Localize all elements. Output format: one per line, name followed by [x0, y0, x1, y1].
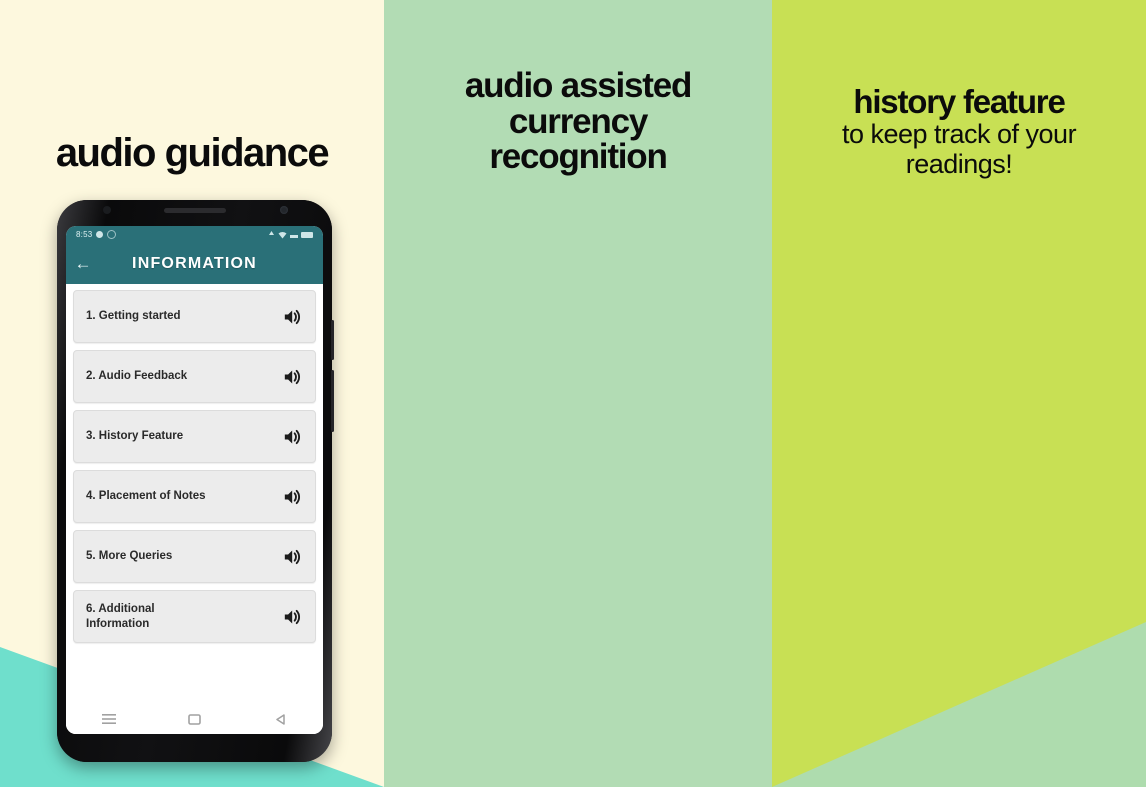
speaker-icon[interactable]	[283, 308, 303, 326]
panel2-headline-line3: recognition	[489, 137, 668, 177]
speaker-icon[interactable]	[283, 608, 303, 626]
back-icon[interactable]	[274, 713, 287, 726]
panel2-headline: audio assisted currency recognition	[384, 68, 772, 175]
panel3-headline-bold: history feature	[853, 83, 1065, 120]
wifi-icon	[278, 231, 287, 238]
list-item[interactable]: 1. Getting started	[73, 290, 316, 343]
phone-side-button	[331, 320, 334, 360]
phone-side-button	[331, 370, 334, 432]
list-item-label: 6. Additional Information	[86, 603, 155, 630]
recents-icon[interactable]	[102, 713, 117, 725]
panel3-headline-sub2: readings!	[905, 148, 1013, 179]
panel1-headline: audio guidance	[55, 131, 330, 175]
panel-currency-recognition: audio assisted currency recognition 11:0…	[384, 0, 772, 787]
panel-history-feature: history feature to keep track of your re…	[772, 0, 1146, 787]
sensor-icon	[103, 206, 111, 214]
status-time: 8:53	[76, 230, 93, 239]
notification-icon	[107, 230, 117, 239]
earpiece-grille	[163, 208, 226, 213]
list-item[interactable]: 4. Placement of Notes	[73, 470, 316, 523]
notification-icon	[96, 231, 104, 238]
speaker-icon[interactable]	[283, 428, 303, 446]
home-icon[interactable]	[188, 713, 202, 726]
phone-top-bezel	[57, 200, 332, 222]
panel-audio-guidance: audio guidance 8:53 ← INFORMATION 1. Get…	[0, 0, 384, 787]
front-camera-icon	[280, 206, 288, 214]
list-item[interactable]: 5. More Queries	[73, 530, 316, 583]
panel2-headline-line1: audio assisted	[464, 66, 693, 105]
battery-icon	[301, 231, 313, 238]
list-item-label: 5. More Queries	[86, 550, 173, 563]
android-nav-bar	[66, 704, 323, 734]
speaker-icon[interactable]	[283, 488, 303, 506]
list-item-label: 1. Getting started	[86, 310, 181, 323]
panel2-headline-line2: currency	[508, 101, 648, 141]
alarm-icon	[269, 230, 274, 235]
list-item-label: 2. Audio Feedback	[86, 370, 188, 383]
status-bar: 8:53	[66, 226, 323, 243]
app-bar: ← INFORMATION	[66, 243, 323, 284]
list-item[interactable]: 2. Audio Feedback	[73, 350, 316, 403]
panel3-headline: history feature to keep track of your re…	[772, 85, 1146, 179]
list-item-label: 4. Placement of Notes	[86, 490, 206, 503]
back-button[interactable]: ←	[66, 254, 100, 274]
list-item[interactable]: 3. History Feature	[73, 410, 316, 463]
page-title: INFORMATION	[132, 254, 257, 272]
list-item[interactable]: 6. Additional Information	[73, 590, 316, 643]
list-item-label: 3. History Feature	[86, 430, 184, 443]
signal-icon	[290, 231, 298, 238]
speaker-icon[interactable]	[283, 368, 303, 386]
information-list: 1. Getting started 2. Audio Feedback 3. …	[66, 284, 323, 734]
panel3-headline-sub1: to keep track of your	[841, 118, 1077, 149]
phone1-screen: 8:53 ← INFORMATION 1. Getting started 2.…	[66, 226, 323, 734]
corner-accent-triangle	[772, 622, 1146, 787]
speaker-icon[interactable]	[283, 548, 303, 566]
promo-screenshot-stage: audio guidance 8:53 ← INFORMATION 1. Get…	[0, 0, 1146, 787]
phone-mockup-information: 8:53 ← INFORMATION 1. Getting started 2.…	[57, 200, 334, 762]
